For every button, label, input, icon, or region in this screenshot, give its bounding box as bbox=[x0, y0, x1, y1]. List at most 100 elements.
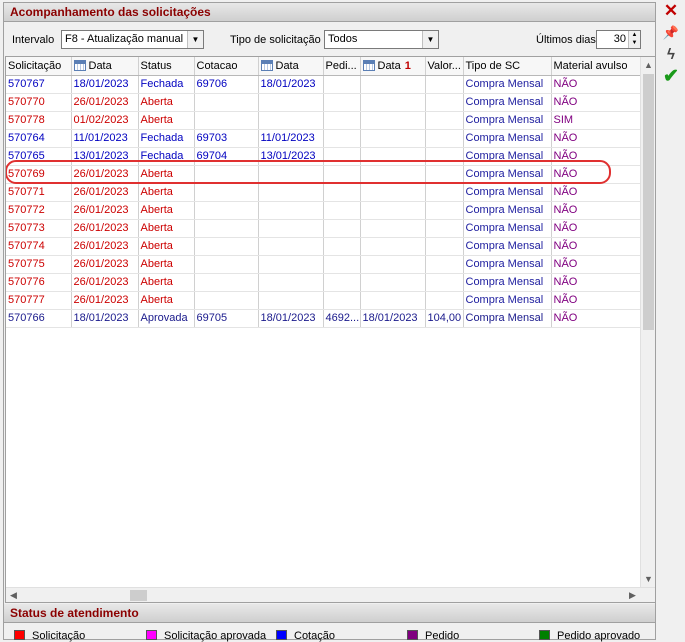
lightning-icon[interactable]: ϟ bbox=[660, 44, 682, 66]
cell-status: Fechada bbox=[138, 75, 195, 94]
table-row[interactable]: 570770 26/01/2023 Aberta Compra Mensal NÃO bbox=[6, 93, 643, 112]
cell-data: 01/02/2023 bbox=[71, 111, 139, 130]
cell-data-pedido: 18/01/2023 bbox=[360, 309, 426, 328]
legend-swatch bbox=[539, 630, 550, 640]
cell-valor bbox=[425, 291, 464, 310]
stepper-arrows-icon[interactable]: ▲ ▼ bbox=[628, 31, 640, 48]
intervalo-select[interactable]: F8 - Atualização manual ▼ bbox=[61, 30, 204, 49]
cell-data: 26/01/2023 bbox=[71, 165, 139, 184]
cell-cotacao: 69705 bbox=[194, 309, 259, 328]
cell-data-cotacao bbox=[258, 255, 324, 274]
cell-solicitacao: 570770 bbox=[6, 93, 72, 112]
cell-status: Fechada bbox=[138, 147, 195, 166]
cell-data-pedido bbox=[360, 273, 426, 292]
column-header-data[interactable]: Data bbox=[71, 57, 139, 76]
column-header-data-cotacao[interactable]: Data bbox=[258, 57, 324, 76]
column-header-cotacao[interactable]: Cotacao bbox=[194, 57, 259, 76]
cell-pedido bbox=[323, 165, 361, 184]
cell-data-pedido bbox=[360, 237, 426, 256]
tipo-select[interactable]: Todos ▼ bbox=[324, 30, 439, 49]
close-icon[interactable]: ✕ bbox=[660, 0, 682, 22]
scroll-thumb-horizontal[interactable] bbox=[130, 590, 147, 601]
solicitacoes-panel: Acompanhamento das solicitações Interval… bbox=[3, 2, 656, 642]
cell-material-avulso: NÃO bbox=[551, 309, 643, 328]
table-row[interactable]: 570774 26/01/2023 Aberta Compra Mensal NÃO bbox=[6, 237, 643, 256]
dias-value: 30 bbox=[613, 33, 626, 45]
grid-body: 570767 18/01/2023 Fechada 69706 18/01/2023 Co… bbox=[6, 75, 643, 328]
cell-material-avulso: NÃO bbox=[551, 255, 643, 274]
cell-cotacao bbox=[194, 273, 259, 292]
cell-valor bbox=[425, 201, 464, 220]
cell-cotacao bbox=[194, 165, 259, 184]
cell-valor bbox=[425, 183, 464, 202]
column-header-material-avulso[interactable]: Material avulso bbox=[551, 57, 643, 76]
scroll-left-icon[interactable]: ◀ bbox=[6, 588, 21, 602]
column-header-status[interactable]: Status bbox=[138, 57, 195, 76]
cell-solicitacao: 570774 bbox=[6, 237, 72, 256]
scroll-up-icon[interactable]: ▲ bbox=[641, 57, 655, 73]
table-row[interactable]: 570769 26/01/2023 Aberta Compra Mensal NÃO bbox=[6, 165, 643, 184]
cell-cotacao bbox=[194, 111, 259, 130]
pin-icon[interactable]: 📌 bbox=[660, 22, 682, 44]
cell-data: 26/01/2023 bbox=[71, 291, 139, 310]
table-row[interactable]: 570771 26/01/2023 Aberta Compra Mensal NÃO bbox=[6, 183, 643, 202]
cell-data: 18/01/2023 bbox=[71, 75, 139, 94]
cell-data-pedido bbox=[360, 129, 426, 148]
table-row[interactable]: 570764 11/01/2023 Fechada 69703 11/01/2023 Co… bbox=[6, 129, 643, 148]
column-header-pedido[interactable]: Pedi... bbox=[323, 57, 361, 76]
vertical-scrollbar[interactable]: ▲ ▼ bbox=[640, 57, 655, 587]
cell-status: Aprovada bbox=[138, 309, 195, 328]
intervalo-label: Intervalo bbox=[12, 34, 55, 46]
checkmark-icon[interactable]: ✔ bbox=[660, 66, 682, 88]
cell-cotacao: 69706 bbox=[194, 75, 259, 94]
table-row[interactable]: 570778 01/02/2023 Aberta Compra Mensal SIM bbox=[6, 111, 643, 130]
column-header-tipo-sc[interactable]: Tipo de SC bbox=[463, 57, 552, 76]
legend-item-solicitacao-aprovada: Solicitação aprovada bbox=[146, 630, 266, 642]
cell-status: Aberta bbox=[138, 111, 195, 130]
cell-solicitacao: 570766 bbox=[6, 309, 72, 328]
chevron-down-icon[interactable]: ▼ bbox=[187, 31, 203, 48]
table-row[interactable]: 570773 26/01/2023 Aberta Compra Mensal NÃO bbox=[6, 219, 643, 238]
cell-pedido bbox=[323, 75, 361, 94]
column-header-valor[interactable]: Valor... bbox=[425, 57, 464, 76]
dias-stepper[interactable]: 30 ▲ ▼ bbox=[596, 30, 641, 49]
table-row[interactable]: 570777 26/01/2023 Aberta Compra Mensal NÃO bbox=[6, 291, 643, 310]
cell-solicitacao: 570764 bbox=[6, 129, 72, 148]
cell-tipo-sc: Compra Mensal bbox=[463, 237, 552, 256]
table-row[interactable]: 570776 26/01/2023 Aberta Compra Mensal NÃO bbox=[6, 273, 643, 292]
cell-tipo-sc: Compra Mensal bbox=[463, 219, 552, 238]
intervalo-value: F8 - Atualização manual bbox=[65, 33, 184, 45]
cell-data: 18/01/2023 bbox=[71, 309, 139, 328]
legend-swatch bbox=[146, 630, 157, 640]
cell-cotacao bbox=[194, 219, 259, 238]
cell-pedido bbox=[323, 129, 361, 148]
filter-bar: Intervalo F8 - Atualização manual ▼ Tipo… bbox=[4, 24, 655, 54]
calendar-icon bbox=[260, 59, 273, 71]
cell-data-pedido bbox=[360, 291, 426, 310]
calendar-icon bbox=[362, 59, 375, 71]
column-header-solicitacao[interactable]: Solicitação bbox=[6, 57, 72, 76]
table-row[interactable]: 570767 18/01/2023 Fechada 69706 18/01/2023 Co… bbox=[6, 75, 643, 94]
cell-tipo-sc: Compra Mensal bbox=[463, 273, 552, 292]
cell-material-avulso: NÃO bbox=[551, 183, 643, 202]
legend-swatch bbox=[276, 630, 287, 640]
scroll-down-icon[interactable]: ▼ bbox=[641, 571, 655, 587]
cell-cotacao bbox=[194, 93, 259, 112]
scroll-right-icon[interactable]: ▶ bbox=[625, 588, 640, 602]
table-row[interactable]: 570766 18/01/2023 Aprovada 69705 18/01/2023 4… bbox=[6, 309, 643, 328]
horizontal-scrollbar[interactable]: ◀ ▶ bbox=[6, 587, 655, 602]
cell-status: Aberta bbox=[138, 219, 195, 238]
solicitacoes-grid[interactable]: Solicitação Data Status Cotacao Data Ped… bbox=[5, 56, 656, 603]
scroll-thumb[interactable] bbox=[643, 74, 654, 330]
column-header-data-pedido[interactable]: Data 1 bbox=[360, 57, 426, 76]
cell-valor bbox=[425, 75, 464, 94]
cell-data: 11/01/2023 bbox=[71, 129, 139, 148]
cell-data-cotacao bbox=[258, 165, 324, 184]
table-row[interactable]: 570765 13/01/2023 Fechada 69704 13/01/2023 Co… bbox=[6, 147, 643, 166]
table-row[interactable]: 570772 26/01/2023 Aberta Compra Mensal NÃO bbox=[6, 201, 643, 220]
cell-data-pedido bbox=[360, 201, 426, 220]
cell-tipo-sc: Compra Mensal bbox=[463, 309, 552, 328]
chevron-down-icon[interactable]: ▼ bbox=[422, 31, 438, 48]
table-row[interactable]: 570775 26/01/2023 Aberta Compra Mensal NÃO bbox=[6, 255, 643, 274]
cell-solicitacao: 570772 bbox=[6, 201, 72, 220]
